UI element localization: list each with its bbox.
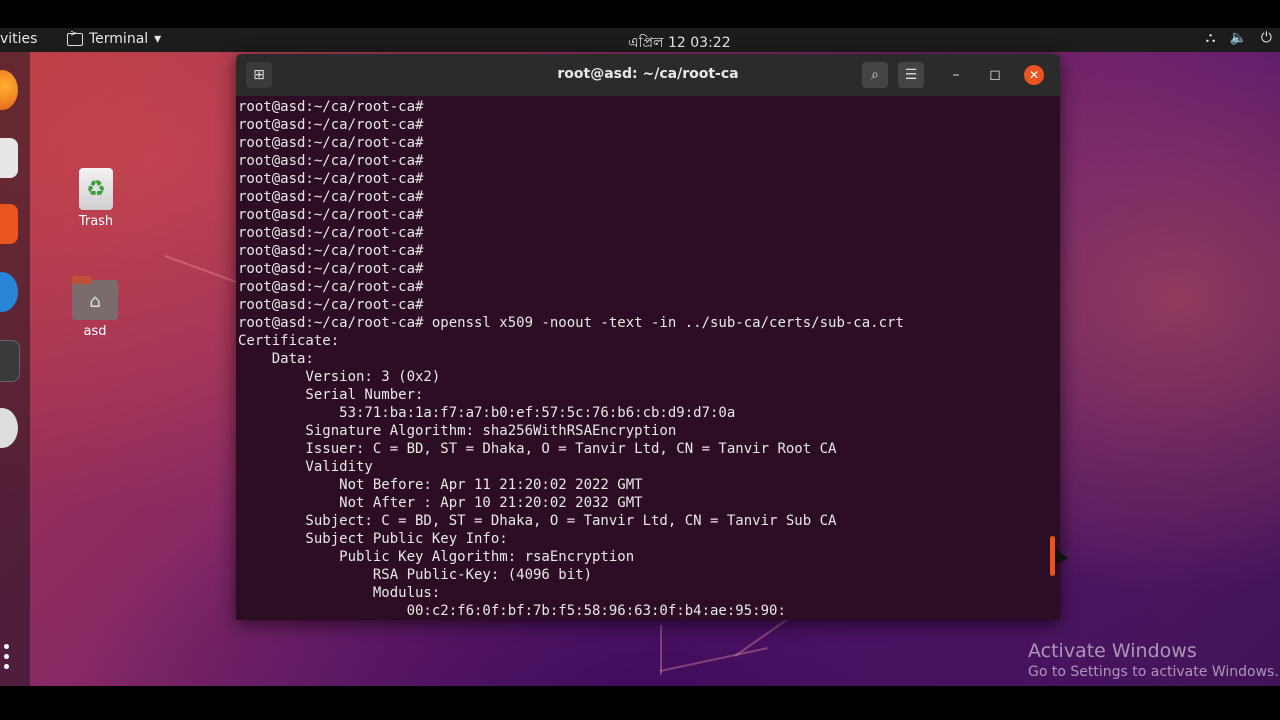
terminal-line: Data: <box>238 351 314 367</box>
disc-icon[interactable] <box>0 408 18 448</box>
maximize-icon: ◻ <box>989 67 1001 83</box>
volume-icon: 🔈 <box>1229 30 1247 46</box>
terminal-line: root@asd:~/ca/root-ca# <box>238 189 424 205</box>
close-button[interactable]: ✕ <box>1024 65 1044 85</box>
help-icon[interactable] <box>0 272 18 312</box>
window-titlebar[interactable]: ⊞ root@asd: ~/ca/root-ca ⌕ ☰ – ◻ ✕ <box>236 54 1060 96</box>
minimize-button[interactable]: – <box>943 62 969 88</box>
power-icon: ⏻ <box>1260 30 1272 46</box>
terminal-line: root@asd:~/ca/root-ca# openssl x509 -noo… <box>238 315 904 331</box>
terminal-line: Issuer: C = BD, ST = Dhaka, O = Tanvir L… <box>238 441 837 457</box>
close-icon: ✕ <box>1028 68 1040 82</box>
terminal-line: root@asd:~/ca/root-ca# <box>238 135 424 151</box>
top-panel: vities Terminal ▾ এপ্রিল 12 03:22 ⛬ 🔈 ⏻ <box>0 28 1280 52</box>
terminal-line: RSA Public-Key: (4096 bit) <box>238 567 593 583</box>
terminal-line: root@asd:~/ca/root-ca# <box>238 117 424 133</box>
show-apps-icon[interactable] <box>0 644 14 678</box>
letterbox-top <box>0 0 1280 28</box>
network-icon: ⛬ <box>1205 30 1216 46</box>
terminal-line: 53:71:ba:1a:f7:a7:b0:ef:57:5c:76:b6:cb:d… <box>238 405 736 421</box>
terminal-window[interactable]: ⊞ root@asd: ~/ca/root-ca ⌕ ☰ – ◻ ✕ root@… <box>236 54 1060 620</box>
menu-button[interactable]: ☰ <box>898 62 924 88</box>
terminal-line: Modulus: <box>238 585 441 601</box>
dock <box>0 52 30 686</box>
minimize-icon: – <box>952 67 960 83</box>
window-title: root@asd: ~/ca/root-ca <box>557 66 739 82</box>
files-icon[interactable] <box>0 138 18 178</box>
desktop-icon-label: Trash <box>78 214 114 229</box>
terminal-dock-icon[interactable] <box>0 340 20 382</box>
system-status-area[interactable]: ⛬ 🔈 ⏻ <box>1206 30 1272 46</box>
terminal-output[interactable]: root@asd:~/ca/root-ca# root@asd:~/ca/root… <box>236 98 1052 620</box>
home-folder-icon: ⌂ <box>72 276 118 320</box>
hamburger-icon: ☰ <box>904 67 918 83</box>
terminal-line: Public Key Algorithm: rsaEncryption <box>238 549 635 565</box>
firefox-icon[interactable] <box>0 70 18 110</box>
app-menu-button[interactable]: Terminal ▾ <box>67 29 162 47</box>
terminal-line: Signature Algorithm: sha256WithRSAEncryp… <box>238 423 677 439</box>
terminal-line: root@asd:~/ca/root-ca# <box>238 297 424 313</box>
activities-button[interactable]: vities <box>0 31 37 47</box>
terminal-line: root@asd:~/ca/root-ca# <box>238 153 424 169</box>
wallpaper-streak <box>659 647 768 672</box>
terminal-line: Version: 3 (0x2) <box>238 369 441 385</box>
desktop-icon-asd[interactable]: ⌂ asd <box>60 276 130 339</box>
terminal-line: root@asd:~/ca/root-ca# <box>238 225 424 241</box>
desktop-icon-trash[interactable]: ♻ Trash <box>61 168 131 229</box>
letterbox-bottom <box>0 686 1280 720</box>
terminal-line: root@asd:~/ca/root-ca# <box>238 279 424 295</box>
terminal-line: root@asd:~/ca/root-ca# <box>238 171 424 187</box>
desktop-icon-label: asd <box>83 324 107 339</box>
terminal-line: Not Before: Apr 11 21:20:02 2022 GMT <box>238 477 643 493</box>
terminal-line: Serial Number: <box>238 387 424 403</box>
terminal-line: root@asd:~/ca/root-ca# <box>238 99 424 115</box>
search-icon: ⌕ <box>871 67 879 83</box>
terminal-line: root@asd:~/ca/root-ca# <box>238 207 424 223</box>
wallpaper-streak <box>660 625 662 675</box>
terminal-line: Subject: C = BD, ST = Dhaka, O = Tanvir … <box>238 513 837 529</box>
chevron-down-icon: ▾ <box>154 31 162 47</box>
terminal-line: Not After : Apr 10 21:20:02 2032 GMT <box>238 495 643 511</box>
maximize-button[interactable]: ◻ <box>982 62 1008 88</box>
terminal-line: Validity <box>238 459 373 475</box>
terminal-line: root@asd:~/ca/root-ca# <box>238 261 424 277</box>
terminal-line: 00:c2:f6:0f:bf:7b:f5:58:96:63:0f:b4:ae:9… <box>238 603 786 619</box>
software-icon[interactable] <box>0 204 18 244</box>
watermark-subtitle: Go to Settings to activate Windows. <box>1028 664 1279 680</box>
search-button[interactable]: ⌕ <box>862 62 888 88</box>
clock[interactable]: এপ্রিল 12 03:22 <box>628 31 731 55</box>
terminal-icon <box>67 29 83 46</box>
terminal-line: root@asd:~/ca/root-ca# <box>238 243 424 259</box>
activate-windows-watermark: Activate Windows Go to Settings to activ… <box>1028 640 1279 680</box>
trash-icon: ♻ <box>79 168 113 210</box>
watermark-title: Activate Windows <box>1028 640 1197 662</box>
terminal-line: Certificate: <box>238 333 340 349</box>
app-menu-label: Terminal <box>89 31 149 47</box>
terminal-line: Subject Public Key Info: <box>238 531 508 547</box>
